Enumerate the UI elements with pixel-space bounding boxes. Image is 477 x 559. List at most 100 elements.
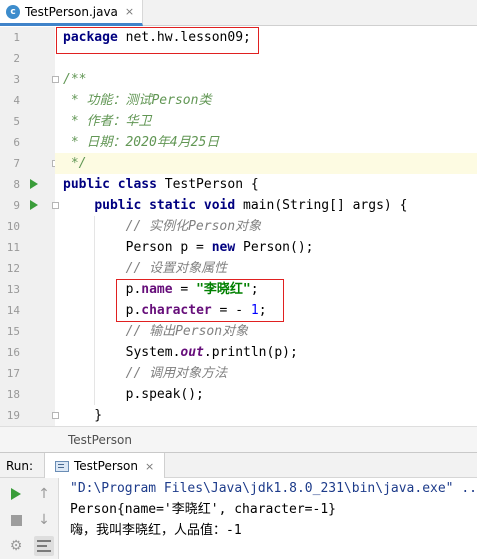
scroll-up-button[interactable]: ↑ — [34, 484, 54, 504]
close-icon[interactable]: × — [145, 460, 154, 473]
code-line[interactable]: package net.hw.lesson09; — [55, 27, 477, 48]
code-editor[interactable]: 1 2 3 4 5 6 7 8 9 10 11 12 13 14 15 16 17 18 19 package ne… — [0, 27, 477, 426]
run-gutter-icon[interactable] — [30, 200, 38, 210]
scroll-down-button[interactable]: ↓ — [34, 510, 54, 530]
code-token: p.speak(); — [63, 387, 204, 402]
line-number: 16 — [6, 346, 20, 359]
gutter-line: 16 — [0, 342, 55, 363]
line-number: 12 — [6, 262, 20, 275]
code-token: Person(); — [243, 240, 314, 255]
rerun-button[interactable] — [6, 484, 26, 504]
line-number: 14 — [6, 304, 20, 317]
breadcrumb-class[interactable]: TestPerson — [68, 433, 132, 447]
code-line[interactable]: // 输出Person对象 — [55, 321, 477, 342]
code-line[interactable]: * 作者：华卫 — [55, 111, 477, 132]
code-line[interactable]: /** — [55, 69, 477, 90]
gutter-line: 3 — [0, 69, 59, 90]
line-number: 8 — [13, 178, 20, 191]
line-number: 11 — [6, 241, 20, 254]
code-token: // 调用对象方法 — [125, 366, 228, 381]
code-line[interactable]: */ — [55, 153, 477, 174]
code-token: net.hw.lesson09; — [117, 30, 251, 45]
play-icon — [11, 488, 21, 500]
code-line[interactable]: } — [55, 405, 477, 426]
gutter-line: 6 — [0, 132, 55, 153]
console-line-output: 嗨，我叫李晓红，人品值：-1 — [70, 523, 242, 538]
run-tab-title: TestPerson — [74, 459, 138, 473]
code-token: p. — [63, 282, 142, 297]
arrow-up-icon: ↑ — [38, 486, 50, 502]
code-token: System. — [63, 345, 181, 360]
code-token: = - — [211, 303, 251, 318]
gutter-line: 10 — [0, 216, 55, 237]
stop-button[interactable] — [6, 510, 26, 530]
line-number: 19 — [6, 409, 20, 422]
soft-wrap-button[interactable] — [34, 536, 54, 556]
code-token: 1 — [250, 303, 259, 318]
gutter-line: 7 — [0, 153, 59, 174]
code-token: // 实例化Person对象 — [125, 219, 262, 234]
editor-tab-testperson[interactable]: c TestPerson.java × — [0, 0, 144, 26]
line-number: 1 — [13, 31, 20, 44]
code-token: public static void — [94, 198, 244, 213]
line-number: 3 — [13, 73, 20, 86]
code-line[interactable]: p.name = "李晓红"; — [55, 279, 477, 300]
line-number: 10 — [6, 220, 20, 233]
code-line[interactable]: * 功能：测试Person类 — [55, 90, 477, 111]
code-token: * 功能：测试Person类 — [63, 93, 212, 108]
code-line[interactable]: // 调用对象方法 — [55, 363, 477, 384]
code-line[interactable]: public class TestPerson { — [55, 174, 477, 195]
console-line-command: "D:\Program Files\Java\jdk1.8.0_231\bin\… — [70, 481, 477, 496]
code-line[interactable]: * 日期：2020年4月25日 — [55, 132, 477, 153]
line-number: 2 — [13, 52, 20, 65]
gutter-line: 15 — [0, 321, 55, 342]
close-icon[interactable]: × — [125, 5, 134, 18]
code-line[interactable]: public static void main(String[] args) { — [55, 195, 477, 216]
code-token: out — [180, 345, 204, 360]
code-line[interactable]: p.character = - 1; — [55, 300, 477, 321]
code-token: // 输出Person对象 — [125, 324, 249, 339]
code-token: new — [211, 240, 244, 255]
gutter-line: 14 — [0, 300, 55, 321]
code-token: "李晓红" — [196, 282, 251, 297]
console-line-output: Person{name='李晓红', character=-1} — [70, 502, 336, 517]
line-number: 7 — [13, 157, 20, 170]
code-token: package — [63, 30, 118, 45]
line-number: 13 — [6, 283, 20, 296]
code-line[interactable] — [55, 48, 477, 69]
gutter-line: 19 — [0, 405, 59, 426]
console-output[interactable]: "D:\Program Files\Java\jdk1.8.0_231\bin\… — [60, 478, 477, 559]
code-line[interactable]: p.speak(); — [55, 384, 477, 405]
gutter-line: 18 — [0, 384, 55, 405]
gutter-line: 1 — [0, 27, 55, 48]
line-number: 9 — [13, 199, 20, 212]
run-tab-testperson[interactable]: TestPerson × — [44, 453, 166, 479]
breadcrumb[interactable]: TestPerson — [0, 426, 477, 452]
code-token: TestPerson { — [164, 177, 259, 192]
code-token: p. — [63, 303, 142, 318]
stop-icon — [10, 514, 22, 526]
code-line[interactable]: System.out.println(p); — [55, 342, 477, 363]
gutter-line: 17 — [0, 363, 55, 384]
editor-tab-title: TestPerson.java — [25, 4, 118, 19]
code-token: .println(p); — [203, 345, 298, 360]
run-panel-header: Run: TestPerson × — [0, 452, 477, 479]
code-line[interactable]: // 实例化Person对象 — [55, 216, 477, 237]
settings-button[interactable]: ⚙ — [6, 536, 26, 556]
line-number: 18 — [6, 388, 20, 401]
code-token: ; — [250, 282, 259, 297]
line-number: 5 — [13, 115, 20, 128]
console-icon — [55, 460, 69, 472]
java-class-icon: c — [6, 4, 20, 19]
code-token: Person p = — [63, 240, 212, 255]
soft-wrap-icon — [37, 540, 51, 552]
gutter-line: 12 — [0, 258, 55, 279]
code-line[interactable]: Person p = new Person(); — [55, 237, 477, 258]
line-number: 4 — [13, 94, 20, 107]
gutter-line: 8 — [0, 174, 55, 195]
line-number: 17 — [6, 367, 20, 380]
code-line[interactable]: // 设置对象属性 — [55, 258, 477, 279]
run-gutter-icon[interactable] — [30, 179, 38, 189]
